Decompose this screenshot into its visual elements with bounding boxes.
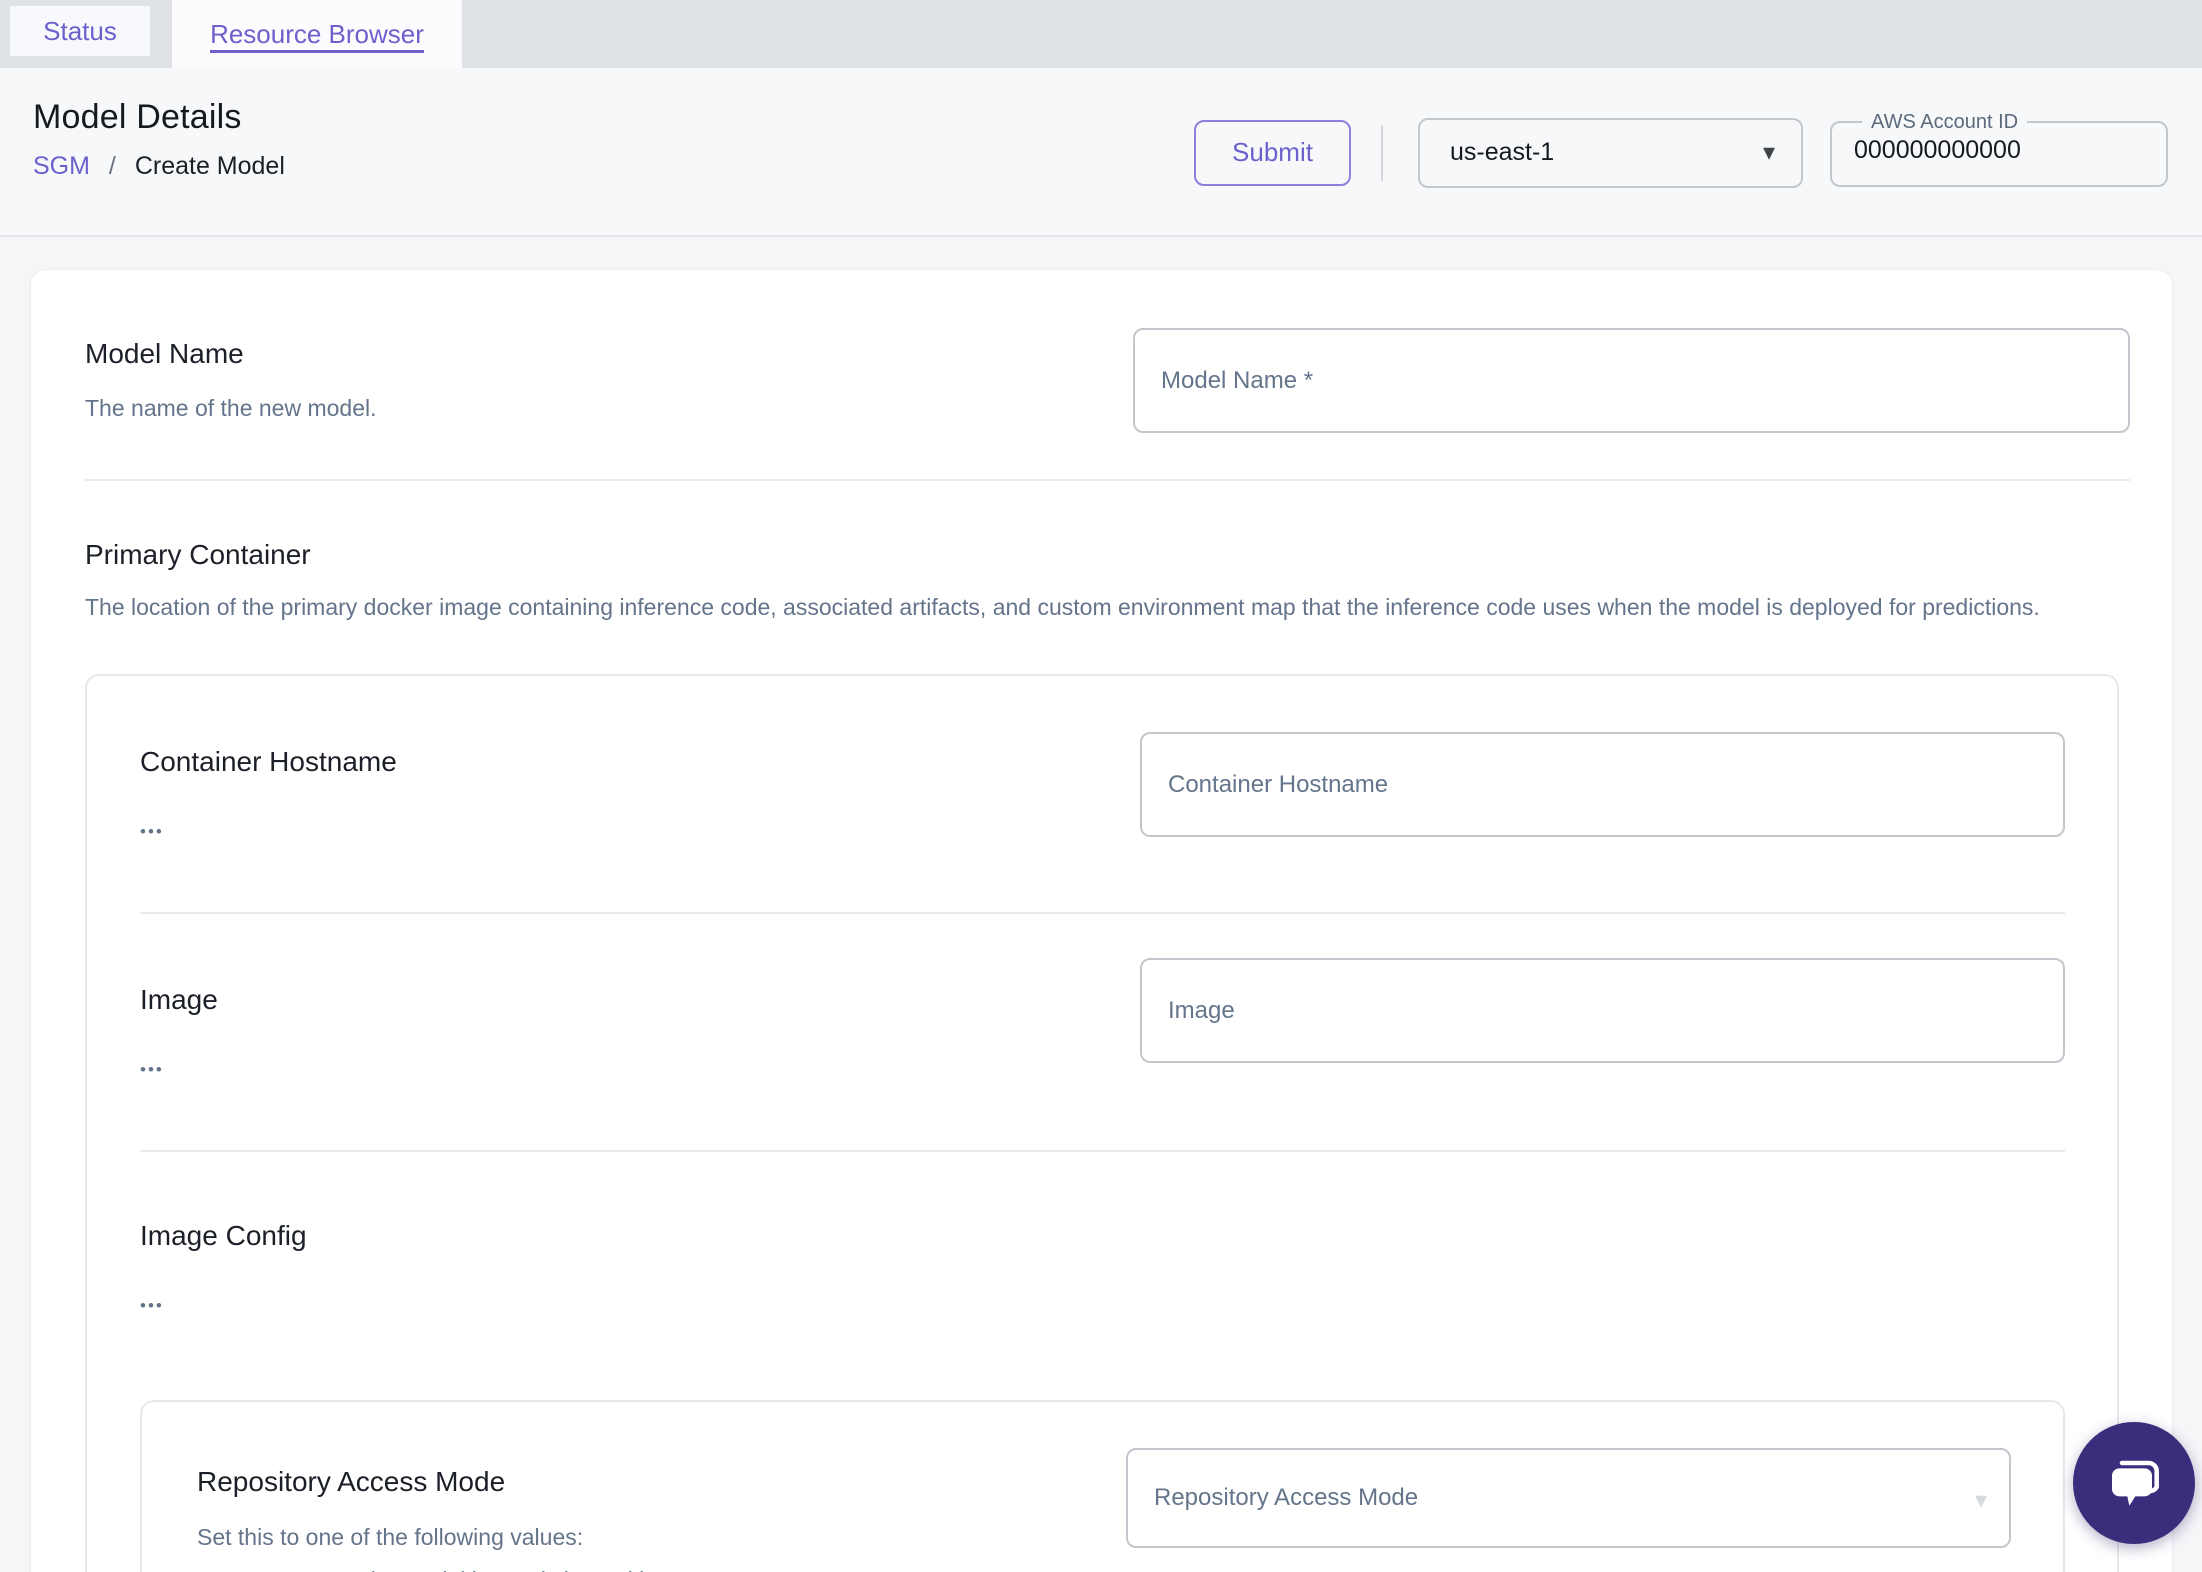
breadcrumb: SGM / Create Model <box>33 152 285 181</box>
tab-status-label: Status <box>43 15 117 46</box>
model-name-info: Model Name The name of the new model. <box>85 328 1133 427</box>
option-platform-text: - The model image is hosted in Amazon EC… <box>337 1567 808 1572</box>
tab-resource-browser-label: Resource Browser <box>210 18 424 49</box>
chevron-down-icon: ▾ <box>1762 139 1775 166</box>
breadcrumb-current: Create Model <box>134 152 285 180</box>
repository-access-mode-heading: Repository Access Mode <box>197 1466 506 1497</box>
image-config-group: Repository Access Mode Set this to one o… <box>140 1400 2065 1572</box>
header-controls: Submit us-east-1 ▾ AWS Account ID <box>1194 68 2168 237</box>
tab-status[interactable]: Status <box>10 6 150 56</box>
breadcrumb-parent-link[interactable]: SGM <box>33 152 90 180</box>
title-block: Model Details SGM / Create Model <box>33 98 285 181</box>
image-expand-toggle[interactable]: ••• <box>140 1060 164 1080</box>
image-row: Image ••• <box>140 958 2065 1080</box>
header-divider <box>1381 124 1383 181</box>
model-name-heading: Model Name <box>85 338 244 369</box>
submit-button[interactable]: Submit <box>1194 119 1351 186</box>
region-dropdown-value: us-east-1 <box>1450 138 1555 166</box>
page-title: Model Details <box>33 98 242 136</box>
model-name-input[interactable] <box>1133 328 2130 433</box>
aws-account-id-fieldset: AWS Account ID <box>1830 110 2168 187</box>
create-model-form-card: Model Name The name of the new model. Pr… <box>30 269 2173 1572</box>
breadcrumb-separator: / <box>108 152 116 180</box>
aws-account-id-input[interactable] <box>1854 135 2144 165</box>
image-input[interactable] <box>1140 958 2065 1063</box>
container-hostname-info: Container Hostname ••• <box>140 742 1140 842</box>
image-config-expand-toggle[interactable]: ••• <box>140 1296 164 1316</box>
model-name-description: The name of the new model. <box>85 395 377 421</box>
repository-access-mode-intro: Set this to one of the following values: <box>197 1524 584 1550</box>
model-name-row: Model Name The name of the new model. <box>85 328 2130 433</box>
primary-container-description: The location of the primary docker image… <box>85 594 2040 620</box>
tab-resource-browser[interactable]: Resource Browser <box>172 0 462 68</box>
aws-account-id-label: AWS Account ID <box>1871 110 2019 133</box>
container-hostname-expand-toggle[interactable]: ••• <box>140 822 164 842</box>
repository-access-mode-info: Repository Access Mode Set this to one o… <box>197 1462 1126 1572</box>
image-info: Image ••• <box>140 980 1140 1080</box>
chat-bubbles-icon <box>2112 1460 2159 1506</box>
field-divider <box>140 912 2065 914</box>
chat-widget-button[interactable] <box>2073 1422 2195 1544</box>
image-heading: Image <box>140 984 218 1015</box>
tab-bar: Status Resource Browser <box>0 0 2202 68</box>
field-divider <box>140 1150 2065 1152</box>
page-header: Model Details SGM / Create Model Submit … <box>0 68 2202 237</box>
container-hostname-input[interactable] <box>1140 732 2065 837</box>
primary-container-group: Container Hostname ••• Image ••• Image C… <box>85 674 2119 1572</box>
repository-access-mode-row: Repository Access Mode Set this to one o… <box>197 1448 2011 1572</box>
container-hostname-row: Container Hostname ••• <box>140 732 2065 842</box>
region-dropdown[interactable]: us-east-1 ▾ <box>1418 117 1803 188</box>
primary-container-heading: Primary Container <box>85 539 311 570</box>
container-hostname-heading: Container Hostname <box>140 746 397 777</box>
section-divider <box>85 479 2130 481</box>
repository-access-mode-select[interactable] <box>1126 1448 2011 1548</box>
repository-access-mode-options-list: Platform - The model image is hosted in … <box>197 1563 1126 1572</box>
option-platform: Platform - The model image is hosted in … <box>197 1563 1126 1572</box>
image-config-heading: Image Config <box>140 1220 307 1251</box>
repository-access-mode-select-wrap: ▾ <box>1126 1448 2011 1548</box>
